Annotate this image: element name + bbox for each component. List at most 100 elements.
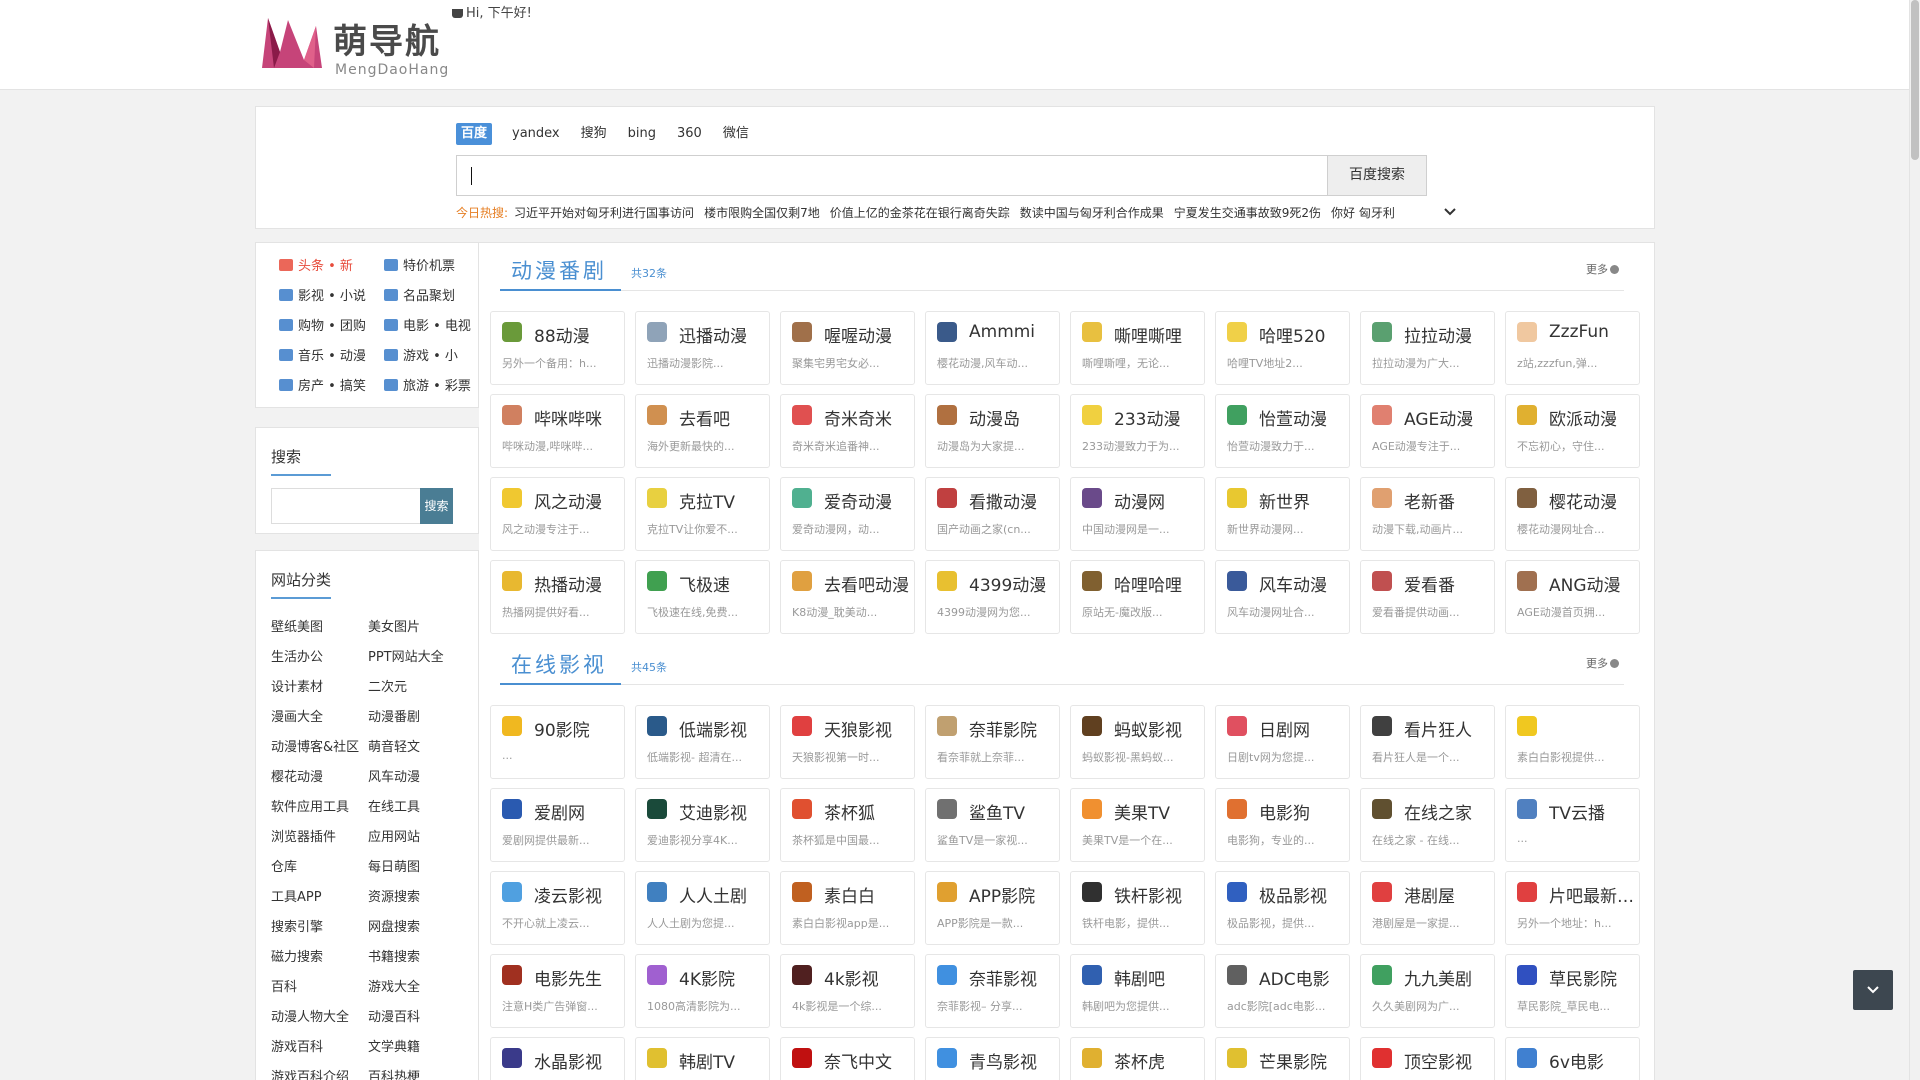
site-card[interactable]: 奈菲影院 看奈菲就上奈菲... (925, 705, 1060, 779)
site-card[interactable]: 动漫网 中国动漫网是一... (1070, 477, 1205, 551)
site-card[interactable]: ANG动漫 AGE动漫首页拥... (1505, 560, 1640, 634)
site-card[interactable]: 风车动漫 风车动漫网址合... (1215, 560, 1350, 634)
sidebar-category-item[interactable]: 房产 • 搞笑 (279, 375, 366, 394)
site-card[interactable]: 哈哩哈哩 原站无-魔改版... (1070, 560, 1205, 634)
site-card[interactable]: 在线之家 在线之家 - 在线... (1360, 788, 1495, 862)
site-category-link[interactable]: 书籍搜索 (368, 946, 420, 965)
site-category-link[interactable]: 动漫人物大全 (271, 1006, 349, 1025)
search-engine-tab[interactable]: 搜狗 (581, 123, 607, 145)
site-category-link[interactable]: 动漫番剧 (368, 706, 420, 725)
site-category-link[interactable]: 二次元 (368, 676, 407, 695)
sidebar-category-item[interactable]: 特价机票 (384, 255, 455, 274)
hot-search-item[interactable]: 楼市限购全国仅剩7地 (704, 206, 820, 220)
site-card[interactable]: 草民影院 草民影院_草民电... (1505, 954, 1640, 1028)
site-card[interactable]: 电影狗 电影狗，专业的... (1215, 788, 1350, 862)
site-card[interactable]: 青鸟影视 (925, 1037, 1060, 1080)
site-category-link[interactable]: 百科 (271, 976, 297, 995)
site-category-link[interactable]: 仓库 (271, 856, 297, 875)
site-card[interactable]: AGE动漫 AGE动漫专注于... (1360, 394, 1495, 468)
site-card[interactable]: 克拉TV 克拉TV让你爱不... (635, 477, 770, 551)
site-card[interactable]: 88动漫 另外一个备用：h... (490, 311, 625, 385)
site-card[interactable]: ADC电影 adc影院[adc电影... (1215, 954, 1350, 1028)
site-card[interactable]: 去看吧动漫 K8动漫_耽美动... (780, 560, 915, 634)
site-category-link[interactable]: 软件应用工具 (271, 796, 349, 815)
site-card[interactable]: 拉拉动漫 拉拉动漫为广大... (1360, 311, 1495, 385)
site-card[interactable]: 茶杯狐 茶杯狐是中国最... (780, 788, 915, 862)
side-search-input[interactable] (271, 488, 421, 524)
hot-search-item[interactable]: 习近平开始对匈牙利进行国事访问 (514, 206, 694, 220)
site-card[interactable]: 美果TV 美果TV是一个在... (1070, 788, 1205, 862)
site-card[interactable]: 迅播动漫 迅播动漫影院... (635, 311, 770, 385)
site-card[interactable]: 爱奇动漫 爱奇动漫网，动... (780, 477, 915, 551)
site-card[interactable]: 天狼影视 天狼影视第一时... (780, 705, 915, 779)
site-category-link[interactable]: 每日萌图 (368, 856, 420, 875)
site-category-link[interactable]: 风车动漫 (368, 766, 420, 785)
site-category-link[interactable]: 生活办公 (271, 646, 323, 665)
site-card[interactable]: 顶空影视 (1360, 1037, 1495, 1080)
sidebar-category-item[interactable]: 电影 • 电视 (384, 315, 471, 334)
section-more-link[interactable]: 更多 (1586, 655, 1619, 671)
site-category-link[interactable]: 游戏百科 (271, 1036, 323, 1055)
site-category-link[interactable]: 资源搜索 (368, 886, 420, 905)
site-card[interactable]: 电影先生 注意H类广告弹窗... (490, 954, 625, 1028)
site-card[interactable]: 茶杯虎 (1070, 1037, 1205, 1080)
search-button[interactable]: 百度搜索 (1327, 155, 1427, 196)
site-category-link[interactable]: 工具APP (271, 886, 322, 905)
side-search-button[interactable]: 搜索 (420, 488, 453, 524)
site-category-link[interactable]: 漫画大全 (271, 706, 323, 725)
site-card[interactable]: 韩剧吧 韩剧吧为您提供... (1070, 954, 1205, 1028)
section-more-link[interactable]: 更多 (1586, 261, 1619, 277)
sidebar-category-item[interactable]: 头条 • 新 (279, 255, 353, 274)
site-card[interactable]: 哈哩520 哈哩TV地址2... (1215, 311, 1350, 385)
site-card[interactable]: 素白白影视提供... (1505, 705, 1640, 779)
sidebar-category-item[interactable]: 购物 • 团购 (279, 315, 366, 334)
site-category-link[interactable]: 壁纸美图 (271, 616, 323, 635)
site-card[interactable]: 去看吧 海外更新最快的... (635, 394, 770, 468)
site-category-link[interactable]: 美女图片 (368, 616, 420, 635)
scroll-down-button[interactable] (1853, 970, 1893, 1010)
site-card[interactable]: 看片狂人 看片狂人是一个... (1360, 705, 1495, 779)
search-engine-tab[interactable]: yandex (512, 123, 560, 145)
site-card[interactable]: 韩剧TV (635, 1037, 770, 1080)
sidebar-category-item[interactable]: 名品聚划 (384, 285, 455, 304)
site-category-link[interactable]: 在线工具 (368, 796, 420, 815)
search-engine-tab[interactable]: 360 (677, 123, 702, 145)
site-card[interactable]: 4k影视 4k影视是一个综... (780, 954, 915, 1028)
site-category-link[interactable]: 磁力搜索 (271, 946, 323, 965)
site-card[interactable]: 6v电影 (1505, 1037, 1640, 1080)
site-card[interactable]: 4399动漫 4399动漫网为您... (925, 560, 1060, 634)
site-card[interactable]: 艾迪影视 爱迪影视分享4K... (635, 788, 770, 862)
site-category-link[interactable]: 搜索引擎 (271, 916, 323, 935)
site-card[interactable]: 蚂蚁影视 蚂蚁影视-黑蚂蚁... (1070, 705, 1205, 779)
site-card[interactable]: 新世界 新世界动漫网... (1215, 477, 1350, 551)
site-card[interactable]: 港剧屋 港剧屋是一家提... (1360, 871, 1495, 945)
site-card[interactable]: 铁杆影视 铁杆电影，提供... (1070, 871, 1205, 945)
site-card[interactable]: Ammmi 樱花动漫,风车动... (925, 311, 1060, 385)
hot-search-item[interactable]: 宁夏发生交通事故致9死2伤 (1174, 206, 1321, 220)
sidebar-category-item[interactable]: 音乐 • 动漫 (279, 345, 366, 364)
site-card[interactable]: 热播动漫 热播网提供好看... (490, 560, 625, 634)
site-card[interactable]: 哔咪哔咪 哔咪动漫,哔咪哔... (490, 394, 625, 468)
site-card[interactable]: 爱剧网 爱剧网提供最新... (490, 788, 625, 862)
search-engine-tab[interactable]: 百度 (456, 123, 493, 145)
site-card[interactable]: APP影院 APP影院是一款... (925, 871, 1060, 945)
site-card[interactable]: 九九美剧 久久美剧网为广... (1360, 954, 1495, 1028)
site-card[interactable]: 凌云影视 不开心就上凌云... (490, 871, 625, 945)
site-card[interactable]: 片吧最新电影另外一个地址：h... (1505, 871, 1640, 945)
sidebar-category-item[interactable]: 影视 • 小说 (279, 285, 366, 304)
site-card[interactable]: 素白白 素白白影视app是... (780, 871, 915, 945)
site-card[interactable]: 风之动漫 风之动漫专注于... (490, 477, 625, 551)
site-category-link[interactable]: 游戏百科介绍 (271, 1066, 349, 1080)
hot-search-item[interactable]: 你好 匈牙利 (1331, 206, 1395, 220)
site-category-link[interactable]: 萌音轻文 (368, 736, 420, 755)
site-category-link[interactable]: 文学典籍 (368, 1036, 420, 1055)
site-category-link[interactable]: 应用网站 (368, 826, 420, 845)
hot-search-item[interactable]: 价值上亿的金茶花在银行离奇失踪 (830, 206, 1010, 220)
site-card[interactable]: 低端影视 低端影视- 超清在... (635, 705, 770, 779)
site-card[interactable]: 鲨鱼TV 鲨鱼TV是一家视... (925, 788, 1060, 862)
site-logo[interactable]: 萌导航 MengDaoHang (258, 12, 448, 80)
site-category-link[interactable]: PPT网站大全 (368, 646, 444, 665)
site-card[interactable]: 欧派动漫 不忘初心，守住... (1505, 394, 1640, 468)
site-card[interactable]: 极品影视 极品影视，提供... (1215, 871, 1350, 945)
site-category-link[interactable]: 动漫百科 (368, 1006, 420, 1025)
